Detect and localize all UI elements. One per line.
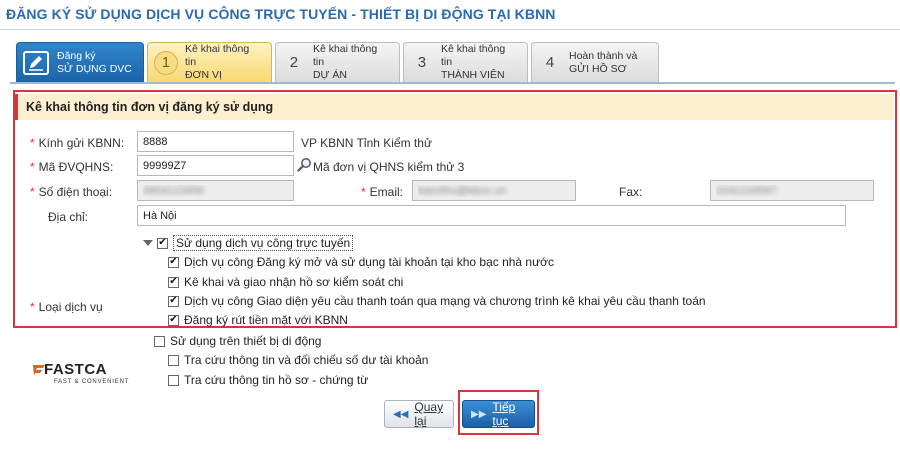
dvqhns-name: Mã đơn vị QHNS kiểm thử 3 <box>313 160 465 174</box>
step-line1: Đăng ký <box>57 49 96 62</box>
step-number: 2 <box>289 54 299 71</box>
service-item-label: Dịch vụ công Giao diện yêu cầu thanh toá… <box>184 294 706 308</box>
back-button[interactable]: ◀◀ Quay lại <box>384 400 454 428</box>
service-item-checkbox[interactable]: ✔ <box>168 295 179 307</box>
expand-arrow-icon[interactable] <box>143 240 153 246</box>
service-item-checkbox[interactable]: ✔ <box>168 256 179 268</box>
fax-label: Fax: <box>619 185 643 199</box>
panel-header: Kê khai thông tin đơn vị đăng ký sử dụng <box>14 94 894 120</box>
step-line1: Kê khai thông tin <box>440 43 506 68</box>
service-item-label: Tra cứu thông tin hồ sơ - chứng từ <box>184 373 369 387</box>
step-1-unit[interactable]: 1 Kê khai thông tin ĐƠN VỊ <box>147 42 272 82</box>
dvqhns-input[interactable] <box>137 155 294 176</box>
kbnn-input[interactable] <box>137 131 294 152</box>
fastca-logo: FASTCA FAST & CONVENIENT <box>32 361 142 387</box>
email-input[interactable] <box>412 180 576 201</box>
search-icon[interactable] <box>297 157 312 175</box>
next-button-label: Tiếp tục <box>492 400 516 428</box>
step-number: 1 <box>154 50 178 75</box>
service-item-label: Đăng ký rút tiền mặt với KBNN <box>184 313 348 327</box>
step-register[interactable]: Đăng ký SỬ DỤNG DVC <box>16 42 144 82</box>
step-line2: ĐƠN VỊ <box>184 69 222 81</box>
service-item-checkbox[interactable]: ✔ <box>168 276 179 288</box>
service-item[interactable]: Tra cứu thông tin và đối chiếu số dư tài… <box>168 353 428 367</box>
step-line1: Kê khai thông tin <box>184 43 250 68</box>
service-mobile-checkbox[interactable] <box>154 335 165 347</box>
service-item-checkbox[interactable]: ✔ <box>168 314 179 326</box>
service-item-label: Tra cứu thông tin và đối chiếu số dư tài… <box>184 353 429 367</box>
back-button-label: Quay lại <box>414 400 444 428</box>
service-item[interactable]: ✔ Đăng ký rút tiền mặt với KBNN <box>168 313 348 327</box>
service-item[interactable]: ✔ Dịch vụ công Giao diện yêu cầu thanh t… <box>168 294 706 308</box>
service-type-label: * Loại dịch vụ <box>30 300 103 314</box>
panel-title: Kê khai thông tin đơn vị đăng ký sử dụng <box>26 100 274 114</box>
step-3-member[interactable]: 3 Kê khai thông tin THÀNH VIÊN <box>403 42 528 82</box>
service-item[interactable]: ✔ Dịch vụ công Đăng ký mở và sử dụng tài… <box>168 255 554 269</box>
step-line1: Kê khai thông tin <box>312 43 378 68</box>
next-button[interactable]: ▶▶ Tiếp tục <box>462 400 535 428</box>
steps-divider <box>10 82 895 84</box>
service-item-label: Kê khai và giao nhận hồ sơ kiểm soát chi <box>184 275 404 289</box>
service-item-checkbox[interactable] <box>168 374 179 386</box>
logo-brand: FASTCA <box>44 361 107 378</box>
service-mobile-label: Sử dụng trên thiết bị di động <box>170 334 322 348</box>
step-tabs: Đăng ký SỬ DỤNG DVC 1 Kê khai thông tin ĐƠ… <box>16 42 659 82</box>
kbnn-label: * Kính gửi KBNN: <box>30 136 125 150</box>
address-input[interactable] <box>137 205 846 226</box>
step-2-project[interactable]: 2 Kê khai thông tin DỰ ÁN <box>275 42 400 82</box>
dvqhns-label: * Mã ĐVQHNS: <box>30 160 114 174</box>
service-online-checkbox[interactable]: ✔ <box>157 237 168 249</box>
logo-tagline: FAST & CONVENIENT <box>54 379 130 385</box>
step-line2: SỬ DỤNG DVC <box>57 62 132 75</box>
step-line2: GỬI HỒ SƠ <box>569 62 627 75</box>
kbnn-name: VP KBNN Tỉnh Kiểm thử <box>301 136 432 150</box>
service-item[interactable]: Tra cứu thông tin hồ sơ - chứng từ <box>168 373 368 387</box>
phone-label: * Số điện thoại: <box>30 185 113 199</box>
step-number: 4 <box>545 54 555 71</box>
service-mobile-node[interactable]: Sử dụng trên thiết bị di động <box>154 334 321 348</box>
service-online-label: Sử dụng dịch vụ công trực tuyến <box>173 235 354 251</box>
service-online-node[interactable]: ✔ Sử dụng dịch vụ công trực tuyến <box>143 235 354 251</box>
service-item[interactable]: ✔ Kê khai và giao nhận hồ sơ kiểm soát c… <box>168 275 403 289</box>
email-label: * Email: <box>361 185 404 199</box>
phone-input[interactable] <box>137 180 294 201</box>
edit-icon <box>23 50 49 75</box>
rewind-icon: ◀◀ <box>393 408 409 420</box>
step-line2: THÀNH VIÊN <box>440 69 505 81</box>
page-title: ĐĂNG KÝ SỬ DỤNG DỊCH VỤ CÔNG TRỰC TUYẾN … <box>6 6 556 22</box>
step-line1: Hoàn thành và <box>569 49 638 62</box>
service-item-label: Dịch vụ công Đăng ký mở và sử dụng tài k… <box>184 255 555 269</box>
fast-forward-icon: ▶▶ <box>471 408 487 420</box>
step-line2: DỰ ÁN <box>312 69 347 81</box>
fax-input[interactable] <box>710 180 874 201</box>
title-divider <box>0 29 900 30</box>
address-label: Địa chỉ: <box>48 210 89 224</box>
step-4-submit[interactable]: 4 Hoàn thành và GỬI HỒ SƠ <box>531 42 659 82</box>
step-number: 3 <box>417 54 427 71</box>
service-item-checkbox[interactable] <box>168 354 179 366</box>
